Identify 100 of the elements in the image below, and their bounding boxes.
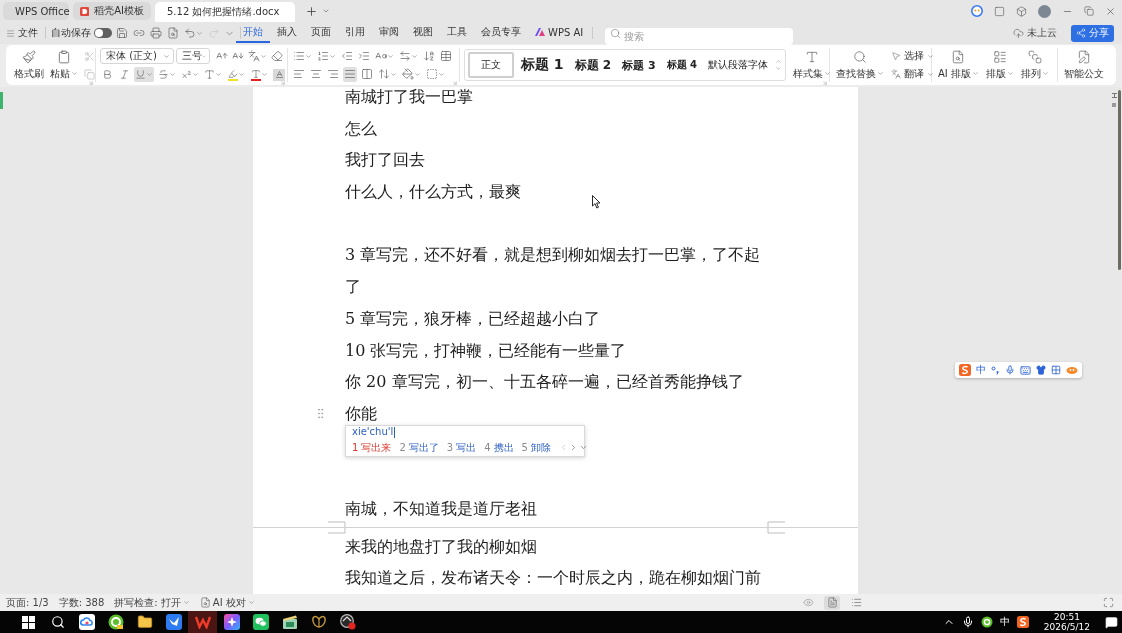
ribbon-tab[interactable]: 视图 [406,23,440,43]
shrink-font-icon [232,50,244,62]
align-button[interactable] [360,66,374,82]
smart-document-button[interactable]: 智能公文 [1062,48,1106,82]
shading-button[interactable] [401,66,422,82]
candidate-option[interactable]: 4 携出 [484,440,514,455]
ai-layout-button[interactable]: AI 排版 [936,48,981,82]
font-color-button[interactable] [249,67,269,82]
keyboard-icon[interactable] [1020,364,1031,376]
clapperboard-app-icon [281,614,298,630]
candidate-option[interactable]: 3 写出 [446,440,477,455]
align-icon [344,68,356,80]
strikethrough-button[interactable] [157,67,177,82]
caret-icon[interactable] [322,7,330,15]
align-button[interactable] [343,66,357,82]
ribbon-tab[interactable]: WPS AI [528,23,591,43]
candidate-option[interactable]: 5 卸除 [521,440,551,455]
ai-proofread-button[interactable]: AI 校对 [199,595,255,610]
line-spacing-button[interactable] [377,66,398,82]
ribbon-tab[interactable]: 插入 [270,23,304,43]
border-button[interactable] [425,66,446,82]
cube-icon[interactable] [1016,5,1027,17]
font-size-select[interactable]: 三号 [176,48,210,64]
paragraph-text: 南城，不知道我是道厅老祖 [345,498,537,518]
layout-button[interactable]: 排版 [983,48,1016,82]
shirt-icon[interactable] [1036,365,1046,375]
dialog-launcher-icon[interactable] [88,80,94,86]
arrange-button[interactable]: 排列 [1018,48,1051,82]
grid-icon[interactable] [1051,365,1061,375]
file-menu-button[interactable]: 文件 [4,24,40,42]
candidate-option[interactable]: 2 写出了 [399,440,439,455]
ribbon-tab[interactable]: 引用 [338,23,372,43]
border-icon [426,68,438,80]
ribbon-tab[interactable]: 页面 [304,23,338,43]
text-effect-button[interactable] [203,67,223,82]
document-tab[interactable]: 5.12 如何把握情绪.docx [155,2,295,22]
add-tab-icon[interactable] [305,4,318,18]
dialog-launcher-icon[interactable] [452,80,458,86]
document-tab[interactable]: 稻壳AI模板 [73,2,151,20]
close-icon[interactable] [1105,5,1116,17]
candidate-option[interactable]: 1 写出来 [352,440,392,455]
font-family-select[interactable]: 宋体 (正文) [100,48,174,64]
face-icon[interactable] [1066,365,1078,375]
scroll-down-icon[interactable] [775,65,783,72]
ribbon-tab[interactable]: 会员专享 [474,23,528,43]
ribbon-tab[interactable]: 审阅 [372,23,406,43]
table-icon [440,50,452,62]
input-method-logo-icon[interactable] [959,364,971,376]
sort-button[interactable] [422,48,436,64]
align-icon [327,68,339,80]
scrollbar[interactable] [1118,90,1121,270]
underline-button[interactable] [134,67,154,82]
grow-font-icon [216,50,228,62]
input-mode-button[interactable]: 中 [976,363,986,377]
autosave-toggle[interactable] [94,28,112,38]
square-icon[interactable] [994,5,1005,17]
restore-icon[interactable] [1084,6,1094,16]
stacked-squares-icon [1027,49,1042,64]
punctuation-icon[interactable] [991,365,1000,375]
dialog-launcher-icon[interactable] [822,80,828,86]
scroll-up-icon[interactable] [775,58,783,65]
spell-check-button[interactable]: 拼写检查: 打开 [114,595,190,610]
mouse-pointer-icon [592,195,601,209]
character-shading-button[interactable] [272,67,286,82]
find-replace-button[interactable]: 查找替换 [834,48,886,82]
ribbon-tab[interactable]: 工具 [440,23,474,43]
notification-icon[interactable] [1105,615,1118,629]
avatar-icon[interactable] [1038,4,1051,18]
caret-icon [1006,70,1014,77]
print-preview-button[interactable] [166,24,180,42]
microphone-icon[interactable] [961,616,974,628]
text-direction-button[interactable] [398,48,419,64]
paragraph-text: 3 章写完，还不好看，就是想到柳如烟去打一巴掌，了不起 [345,245,761,265]
fullscreen-icon [1102,597,1114,608]
print-button[interactable] [149,24,163,42]
document-tab[interactable]: WPS Office [3,2,69,20]
numbered-list-button[interactable] [316,48,337,64]
format-painter-button[interactable]: 格式刷 [12,48,46,82]
paste-button[interactable]: 粘贴 [48,48,80,82]
table-button[interactable] [439,48,453,64]
save-icon [116,27,128,39]
copy-icon [83,68,95,80]
page-count: 页面: 1/3 [6,595,49,610]
dialog-launcher-icon[interactable] [280,80,286,86]
clear-format-button[interactable] [270,48,284,64]
style-option[interactable]: 正文 [468,52,514,78]
search-field[interactable]: 搜索 [605,27,794,45]
input-mode-button[interactable]: 中 [999,615,1010,629]
translate-button[interactable]: 翻译 [889,66,936,82]
highlight-button[interactable] [226,67,246,82]
ring-status-icon[interactable] [980,616,993,628]
i-beam-icon[interactable] [1112,93,1117,98]
select-button[interactable]: 选择 [889,48,936,64]
smiley-icon[interactable] [971,5,983,17]
phonetic-guide-button[interactable] [247,48,268,64]
input-method-logo-icon[interactable] [1016,616,1029,628]
page-view-button[interactable] [824,595,840,610]
style-set-button[interactable]: 样式集 [791,48,833,82]
share-button[interactable]: 分享 [1071,24,1114,42]
cloud-status-button[interactable]: 未上云 [1007,24,1063,42]
